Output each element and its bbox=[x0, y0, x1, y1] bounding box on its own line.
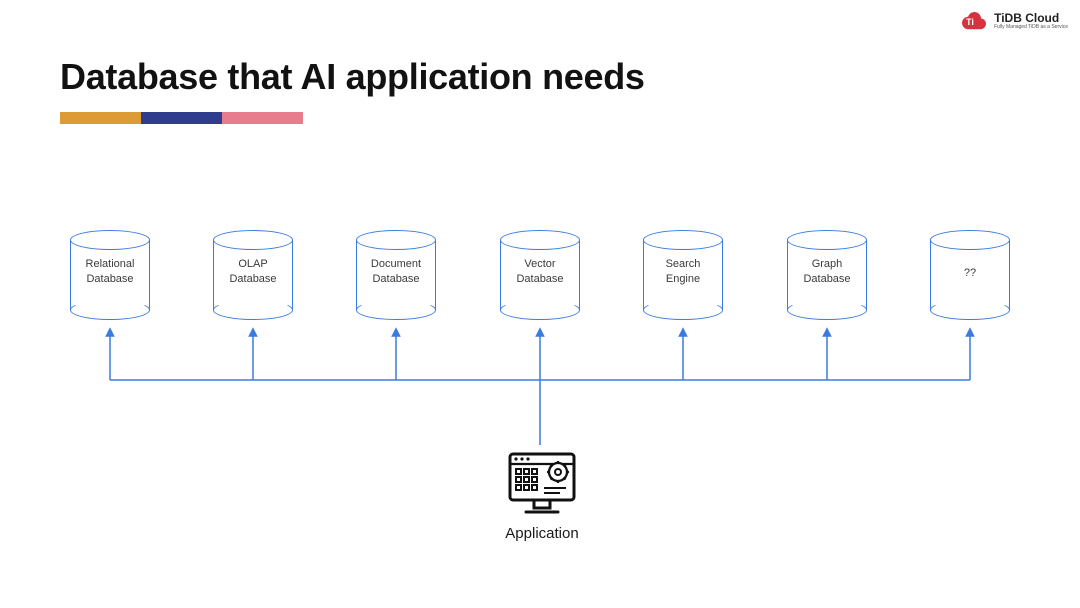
database-cylinder-icon: Graph Database bbox=[787, 230, 867, 320]
db-label: OLAP Database bbox=[213, 257, 293, 287]
db-label: Search Engine bbox=[643, 257, 723, 287]
db-graph: Graph Database bbox=[783, 230, 871, 320]
title-underline bbox=[60, 112, 303, 124]
brand-logo: Ti TiDB Cloud Fully Managed TiDB as a Se… bbox=[959, 10, 1068, 32]
database-cylinder-icon: Vector Database bbox=[500, 230, 580, 320]
db-label: Document Database bbox=[356, 257, 436, 287]
database-cylinder-icon: ?? bbox=[930, 230, 1010, 320]
application-label: Application bbox=[480, 525, 604, 542]
db-label: ?? bbox=[930, 266, 1010, 281]
db-olap: OLAP Database bbox=[209, 230, 297, 320]
db-document: Document Database bbox=[352, 230, 440, 320]
slide-title: Database that AI application needs bbox=[60, 56, 645, 98]
database-cylinder-icon: Search Engine bbox=[643, 230, 723, 320]
database-cylinder-icon: OLAP Database bbox=[213, 230, 293, 320]
db-label: Graph Database bbox=[787, 257, 867, 287]
cloud-icon: Ti bbox=[959, 10, 989, 32]
database-cylinder-icon: Relational Database bbox=[70, 230, 150, 320]
db-search: Search Engine bbox=[639, 230, 727, 320]
logo-title: TiDB Cloud bbox=[994, 12, 1068, 24]
db-label: Vector Database bbox=[500, 257, 580, 287]
db-relational: Relational Database bbox=[66, 230, 154, 320]
database-row: Relational Database OLAP Database Docume… bbox=[0, 230, 1080, 350]
svg-text:Ti: Ti bbox=[966, 17, 974, 27]
architecture-diagram: Relational Database OLAP Database Docume… bbox=[0, 230, 1080, 590]
database-cylinder-icon: Document Database bbox=[356, 230, 436, 320]
logo-tagline: Fully Managed TiDB as a Service bbox=[994, 24, 1068, 30]
db-unknown: ?? bbox=[926, 230, 1014, 320]
application-icon bbox=[504, 448, 580, 518]
db-vector: Vector Database bbox=[496, 230, 584, 320]
db-label: Relational Database bbox=[70, 257, 150, 287]
